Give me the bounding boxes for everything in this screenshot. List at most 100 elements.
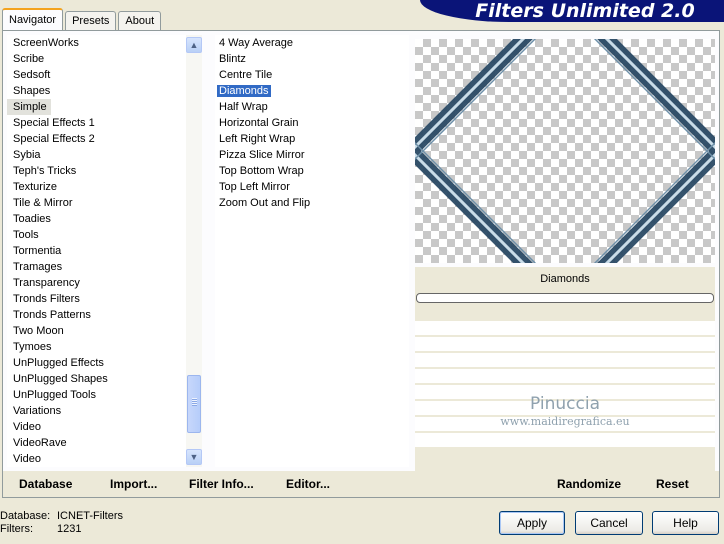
category-item[interactable]: Tronds Patterns: [7, 307, 188, 323]
grip-icon: [192, 398, 197, 406]
category-label: Special Effects 2: [13, 133, 95, 145]
category-label: Sedsoft: [13, 69, 51, 81]
category-item[interactable]: Transparency: [7, 275, 188, 291]
randomize-button[interactable]: Randomize: [557, 477, 621, 491]
help-button[interactable]: Help: [652, 511, 719, 535]
status-info: Database: ICNET-Filters Filters: 1231: [0, 510, 123, 536]
category-label: UnPlugged Effects: [13, 357, 104, 369]
reset-button[interactable]: Reset: [656, 477, 689, 491]
category-label: Special Effects 1: [13, 117, 95, 129]
filter-item[interactable]: Pizza Slice Mirror: [215, 147, 409, 163]
watermark-url: www.maidiregrafica.eu: [500, 415, 630, 428]
parameter-row: [415, 321, 715, 337]
category-item[interactable]: Tile & Mirror: [7, 195, 188, 211]
category-item[interactable]: Toadies: [7, 211, 188, 227]
apply-button[interactable]: Apply: [499, 511, 565, 535]
filter-label: Diamonds: [217, 85, 271, 97]
filter-label: Pizza Slice Mirror: [219, 149, 305, 161]
tab-presets[interactable]: Presets: [65, 11, 117, 30]
category-label: Tronds Filters: [13, 293, 80, 305]
category-item[interactable]: Tormentia: [7, 243, 188, 259]
filter-item[interactable]: Left Right Wrap: [215, 131, 409, 147]
filter-item[interactable]: Top Left Mirror: [215, 179, 409, 195]
category-item[interactable]: Tronds Filters: [7, 291, 188, 307]
category-label: Two Moon: [13, 325, 64, 337]
editor-button[interactable]: Editor...: [286, 477, 330, 491]
category-item[interactable]: Scribe: [7, 51, 188, 67]
scroll-thumb[interactable]: [187, 375, 201, 433]
category-label: Simple: [7, 99, 51, 115]
import-button[interactable]: Import...: [110, 477, 157, 491]
category-label: Tymoes: [13, 341, 52, 353]
tab-strip: Navigator Presets About: [2, 8, 163, 30]
filter-item[interactable]: Diamonds: [215, 83, 409, 99]
category-item[interactable]: Tramages: [7, 259, 188, 275]
category-item[interactable]: Two Moon: [7, 323, 188, 339]
category-item[interactable]: UnPlugged Shapes: [7, 371, 188, 387]
scroll-up-icon[interactable]: ▲: [186, 37, 202, 53]
category-label: Tronds Patterns: [13, 309, 91, 321]
category-item[interactable]: UnPlugged Effects: [7, 355, 188, 371]
category-scrollbar[interactable]: ▲ ▼: [186, 35, 202, 467]
category-item[interactable]: Sedsoft: [7, 67, 188, 83]
filter-label: Blintz: [219, 53, 246, 65]
parameter-panel: Diamonds: [415, 267, 715, 473]
watermark-title: Pinuccia: [530, 394, 600, 414]
app-banner-title: Filters Unlimited 2.0: [420, 0, 724, 22]
category-item[interactable]: Special Effects 2: [7, 131, 188, 147]
category-item[interactable]: Special Effects 1: [7, 115, 188, 131]
status-filters-value: 1231: [57, 523, 82, 535]
category-label: Sybia: [13, 149, 41, 161]
status-database-label: Database:: [0, 510, 51, 522]
navigator-button-bar: Database Import... Filter Info... Editor…: [3, 471, 719, 497]
category-list[interactable]: ScreenWorks Scribe Sedsoft Shapes Simple Spec…: [7, 35, 188, 467]
diamond-pattern-graphic: [415, 39, 715, 263]
parameter-row: [415, 337, 715, 353]
category-item[interactable]: Variations: [7, 403, 188, 419]
category-label: Scribe: [13, 53, 45, 65]
filter-item[interactable]: Zoom Out and Flip: [215, 195, 409, 211]
category-item[interactable]: Sybia: [7, 147, 188, 163]
parameter-rows: [415, 321, 715, 449]
cancel-button[interactable]: Cancel: [575, 511, 643, 535]
category-label: UnPlugged Shapes: [13, 373, 108, 385]
category-label: Toadies: [13, 213, 51, 225]
filter-item[interactable]: Half Wrap: [215, 99, 409, 115]
filter-item[interactable]: Centre Tile: [215, 67, 409, 83]
filter-item[interactable]: 4 Way Average: [215, 35, 409, 51]
category-item[interactable]: Video: [7, 451, 188, 467]
category-label: Transparency: [13, 277, 80, 289]
filter-item[interactable]: Top Bottom Wrap: [215, 163, 409, 179]
category-item[interactable]: Texturize: [7, 179, 188, 195]
category-item[interactable]: Video: [7, 419, 188, 435]
filter-item[interactable]: Blintz: [215, 51, 409, 67]
selected-filter-name: Diamonds: [540, 273, 590, 285]
category-item[interactable]: ScreenWorks: [7, 35, 188, 51]
filter-item[interactable]: Horizontal Grain: [215, 115, 409, 131]
filter-label: Zoom Out and Flip: [219, 197, 311, 209]
parameter-row: [415, 433, 715, 449]
database-button[interactable]: Database: [19, 477, 72, 491]
filter-info-button[interactable]: Filter Info...: [189, 477, 254, 491]
category-label: UnPlugged Tools: [13, 389, 96, 401]
filter-list[interactable]: 4 Way Average Blintz Centre Tile Diamonds Ha…: [215, 35, 409, 467]
category-item[interactable]: Tymoes: [7, 339, 188, 355]
status-filters-label: Filters:: [0, 523, 33, 535]
tab-about[interactable]: About: [118, 11, 162, 30]
category-label: Texturize: [13, 181, 58, 193]
category-item[interactable]: Shapes: [7, 83, 188, 99]
filter-label: Half Wrap: [219, 101, 268, 113]
scroll-down-icon[interactable]: ▼: [186, 449, 202, 465]
category-item[interactable]: Tools: [7, 227, 188, 243]
filter-label: Centre Tile: [219, 69, 273, 81]
category-label: Variations: [13, 405, 62, 417]
category-item[interactable]: VideoRave: [7, 435, 188, 451]
category-item[interactable]: Simple: [7, 99, 188, 115]
tab-navigator[interactable]: Navigator: [2, 8, 64, 30]
filter-label: Left Right Wrap: [219, 133, 296, 145]
category-item[interactable]: UnPlugged Tools: [7, 387, 188, 403]
filter-label: 4 Way Average: [219, 37, 293, 49]
category-label: VideoRave: [13, 437, 67, 449]
category-label: Tramages: [13, 261, 63, 273]
category-item[interactable]: Teph's Tricks: [7, 163, 188, 179]
